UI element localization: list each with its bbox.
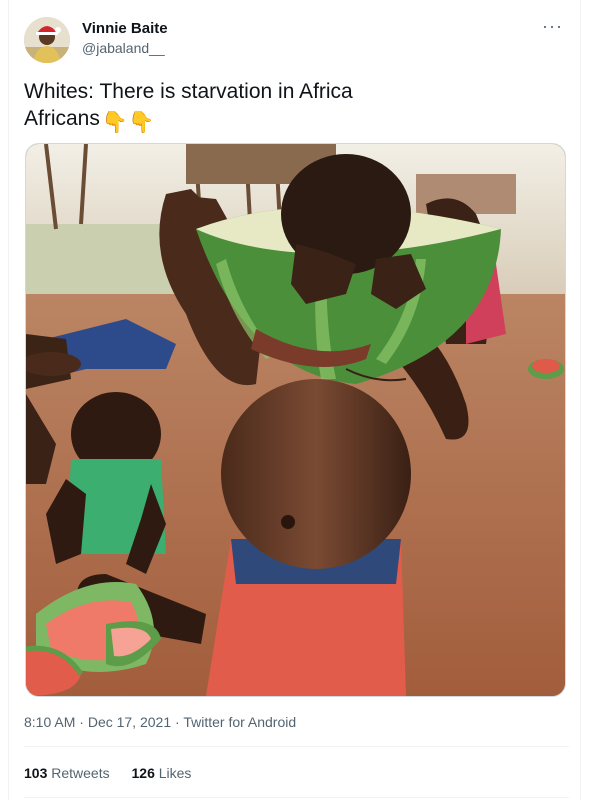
tweet-meta: 8:10 AM · Dec 17, 2021 · Twitter for And…: [24, 714, 296, 730]
meta-separator-2: ·: [175, 714, 180, 730]
likes-label: Likes: [158, 765, 192, 781]
more-options-icon[interactable]: ···: [542, 16, 563, 37]
divider: [24, 746, 569, 747]
tweet-text: Whites: There is starvation in Africa Af…: [24, 78, 564, 136]
tweet-text-line-2: Africans👇👇: [24, 105, 564, 136]
tweet-source[interactable]: Twitter for Android: [183, 714, 296, 730]
left-border: [0, 0, 9, 800]
divider-bottom: [24, 797, 569, 798]
retweets-stat[interactable]: 103 Retweets: [24, 765, 114, 781]
tweet-photo[interactable]: [25, 143, 566, 697]
retweets-count: 103: [24, 765, 48, 781]
tweet-time[interactable]: 8:10 AM: [24, 714, 75, 730]
tweet-date[interactable]: Dec 17, 2021: [88, 714, 171, 730]
meta-separator: ·: [79, 714, 84, 730]
retweets-label: Retweets: [51, 765, 110, 781]
likes-stat[interactable]: 126 Likes: [132, 765, 192, 781]
pointing-down-emoji-icon: 👇👇: [101, 111, 155, 134]
tweet-header: Vinnie Baite @jabaland__ ···: [24, 14, 569, 64]
tweet-text-line-1: Whites: There is starvation in Africa: [24, 80, 353, 103]
right-border: [580, 0, 593, 800]
avatar[interactable]: [24, 17, 70, 63]
photo-illustration: [26, 144, 565, 696]
tweet-stats: 103 Retweets 126 Likes: [24, 765, 209, 781]
author-name[interactable]: Vinnie Baite: [82, 20, 168, 37]
tweet-text-africans: Africans: [24, 107, 100, 130]
likes-count: 126: [131, 765, 155, 781]
author-handle[interactable]: @jabaland__: [82, 40, 165, 56]
